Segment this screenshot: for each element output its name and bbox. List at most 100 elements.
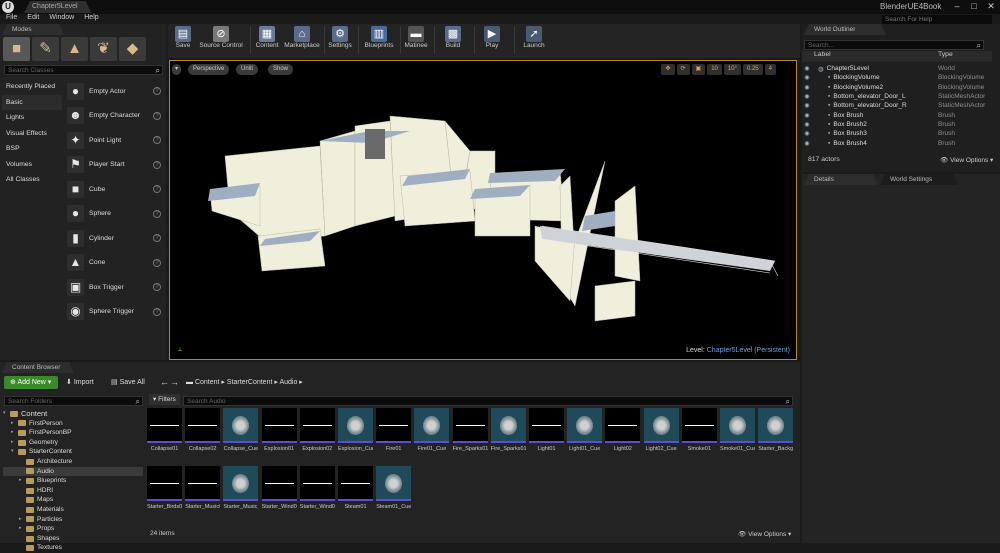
- visibility-eye-icon[interactable]: ◉: [802, 65, 812, 72]
- search-audio-input[interactable]: Search Audio ⌕: [183, 396, 793, 406]
- content-view-options[interactable]: 👁 View Options ▾: [738, 530, 791, 538]
- maximize-icon[interactable]: □: [967, 1, 981, 12]
- menu-window[interactable]: Window: [49, 14, 74, 24]
- folder-tree-item[interactable]: ▾ StarterContent: [3, 447, 143, 457]
- expand-caret-icon[interactable]: ▸: [11, 419, 18, 429]
- actor-point-light[interactable]: ✦ Point Light?: [64, 128, 165, 153]
- source-control-button[interactable]: ⊘ Source Control: [198, 26, 244, 56]
- outliner-row[interactable]: ◉ ▪ Box Brush4 Brush: [802, 138, 992, 147]
- outliner-row[interactable]: ◉ ◍ Chapter5Level World: [802, 64, 992, 73]
- folder-tree-item[interactable]: Audio: [3, 466, 143, 477]
- help-icon[interactable]: ?: [153, 258, 161, 267]
- minimize-icon[interactable]: –: [950, 1, 964, 12]
- asset-tile[interactable]: Starter_Background_Cue: [758, 408, 794, 466]
- asset-tile[interactable]: Fire01_Cue: [414, 408, 450, 466]
- expand-caret-icon[interactable]: ▸: [19, 524, 26, 534]
- import-button[interactable]: ⬇ Import: [66, 376, 94, 389]
- category-volumes[interactable]: Volumes: [2, 157, 62, 173]
- menu-file[interactable]: File: [6, 14, 17, 24]
- label-column-header[interactable]: Label: [814, 51, 938, 62]
- back-arrow-icon[interactable]: ←: [160, 376, 169, 389]
- folder-tree-item[interactable]: ▸ Particles: [3, 515, 143, 525]
- asset-tile[interactable]: Starter_Birds01: [147, 466, 182, 524]
- folder-tree-item[interactable]: Shapes: [3, 534, 143, 544]
- actor-cylinder[interactable]: ▮ Cylinder?: [64, 226, 165, 251]
- search-classes-input[interactable]: Search Classes ⌕: [4, 65, 163, 75]
- type-column-header[interactable]: Type: [938, 51, 953, 62]
- expand-caret-icon[interactable]: ▾: [11, 447, 18, 457]
- folder-tree-item[interactable]: HDRI: [3, 486, 143, 496]
- category-all-classes[interactable]: All Classes: [2, 172, 62, 188]
- folder-tree-item[interactable]: Maps: [3, 495, 143, 505]
- expand-caret-icon[interactable]: ▾: [3, 409, 10, 419]
- actor-cube[interactable]: ■ Cube?: [64, 177, 165, 202]
- tab-modes[interactable]: Modes: [2, 24, 64, 35]
- expand-caret-icon[interactable]: ▸: [19, 515, 26, 525]
- outliner-row[interactable]: ◉ ▪ Box Brush Brush: [802, 111, 992, 120]
- asset-tile[interactable]: Starter_Wind05: [261, 466, 297, 524]
- launch-button[interactable]: ➚ Launch: [520, 26, 548, 56]
- actor-sphere-trigger[interactable]: ◉ Sphere Trigger?: [64, 300, 165, 325]
- folder-tree-item[interactable]: ▸ FirstPersonBP: [3, 428, 143, 438]
- help-icon[interactable]: ?: [153, 234, 161, 242]
- asset-tile[interactable]: Fire_Sparks01_Cue: [490, 408, 526, 466]
- foliage-mode-icon[interactable]: ❦: [90, 37, 117, 61]
- save-button[interactable]: ▤ Save: [172, 26, 194, 56]
- visibility-eye-icon[interactable]: ◉: [802, 84, 812, 91]
- category-lights[interactable]: Lights: [2, 110, 62, 126]
- tab-world-outliner[interactable]: World Outliner: [804, 24, 886, 35]
- asset-tile[interactable]: Collapse02: [185, 408, 221, 466]
- breadcrumb-audio[interactable]: Audio: [279, 379, 297, 386]
- asset-tile[interactable]: Steam01: [338, 466, 373, 524]
- actor-player-start[interactable]: ⚑ Player Start?: [64, 153, 165, 178]
- asset-tile[interactable]: Steam01_Cue: [376, 466, 412, 524]
- build-button[interactable]: ▩ Build: [440, 26, 466, 56]
- matinee-button[interactable]: ▬ Matinee: [402, 26, 430, 56]
- folder-tree-item[interactable]: Textures: [3, 543, 143, 553]
- close-icon[interactable]: ✕: [984, 1, 998, 12]
- actor-box-trigger[interactable]: ▣ Box Trigger?: [64, 275, 165, 300]
- blueprints-button[interactable]: ▥ Blueprints: [362, 26, 396, 56]
- filters-button[interactable]: ▾ Filters: [149, 394, 180, 405]
- tab-details[interactable]: Details: [804, 174, 878, 185]
- folder-tree-item[interactable]: ▸ Geometry: [3, 438, 143, 448]
- settings-button[interactable]: ⚙ Settings: [326, 26, 354, 56]
- expand-caret-icon[interactable]: ▸: [11, 428, 18, 438]
- asset-tile[interactable]: Collapse_Cue: [223, 408, 259, 466]
- visibility-eye-icon[interactable]: ◉: [802, 121, 812, 128]
- outliner-row[interactable]: ◉ ▪ Bottom_elevator_Door_L StaticMeshActor: [802, 92, 992, 101]
- asset-tile[interactable]: Fire01: [376, 408, 412, 466]
- place-mode-icon[interactable]: ■: [3, 37, 30, 61]
- level-document-tab[interactable]: Chapter5Level: [24, 1, 92, 13]
- outliner-row[interactable]: ◉ ▪ Box Brush3 Brush: [802, 129, 992, 138]
- asset-tile[interactable]: Light01_Cue: [567, 408, 603, 466]
- category-bsp[interactable]: BSP: [2, 141, 62, 157]
- outliner-search-input[interactable]: Search... ⌕: [804, 40, 984, 50]
- expand-caret-icon[interactable]: ▸: [19, 476, 26, 486]
- help-icon[interactable]: ?: [153, 87, 161, 95]
- actor-sphere[interactable]: ● Sphere?: [64, 202, 165, 227]
- actor-empty-character[interactable]: ☻ Empty Character?: [64, 104, 165, 129]
- geometry-mode-icon[interactable]: ◆: [119, 37, 146, 61]
- landscape-mode-icon[interactable]: ▲: [61, 37, 88, 61]
- help-icon[interactable]: ?: [153, 160, 161, 169]
- actor-empty-actor[interactable]: ● Empty Actor?: [64, 79, 165, 104]
- content-button[interactable]: ▦ Content: [254, 26, 280, 56]
- menu-help[interactable]: Help: [84, 14, 98, 24]
- outliner-row[interactable]: ◉ ▪ BlockingVolume BlockingVolume: [802, 73, 992, 82]
- folder-tree-item[interactable]: ▾ Content: [3, 409, 143, 419]
- asset-tile[interactable]: Explosion02: [299, 408, 335, 466]
- folder-tree-item[interactable]: ▸ FirstPerson: [3, 419, 143, 429]
- breadcrumb-startercontent[interactable]: StarterContent: [227, 379, 273, 386]
- help-icon[interactable]: ?: [153, 136, 161, 144]
- help-icon[interactable]: ?: [153, 185, 161, 193]
- outliner-row[interactable]: ◉ ▪ BlockingVolume2 BlockingVolume: [802, 83, 992, 92]
- asset-tile[interactable]: Starter_Wind06: [299, 466, 335, 524]
- visibility-eye-icon[interactable]: ◉: [802, 102, 812, 109]
- tab-content-browser[interactable]: Content Browser: [2, 362, 74, 373]
- folder-tree-item[interactable]: ▸ Props: [3, 524, 143, 534]
- add-new-button[interactable]: ⊕ Add New ▾: [4, 376, 58, 389]
- menu-edit[interactable]: Edit: [27, 14, 39, 24]
- asset-tile[interactable]: Collapse01: [147, 408, 182, 466]
- outliner-view-options[interactable]: 👁 View Options ▾: [940, 156, 993, 164]
